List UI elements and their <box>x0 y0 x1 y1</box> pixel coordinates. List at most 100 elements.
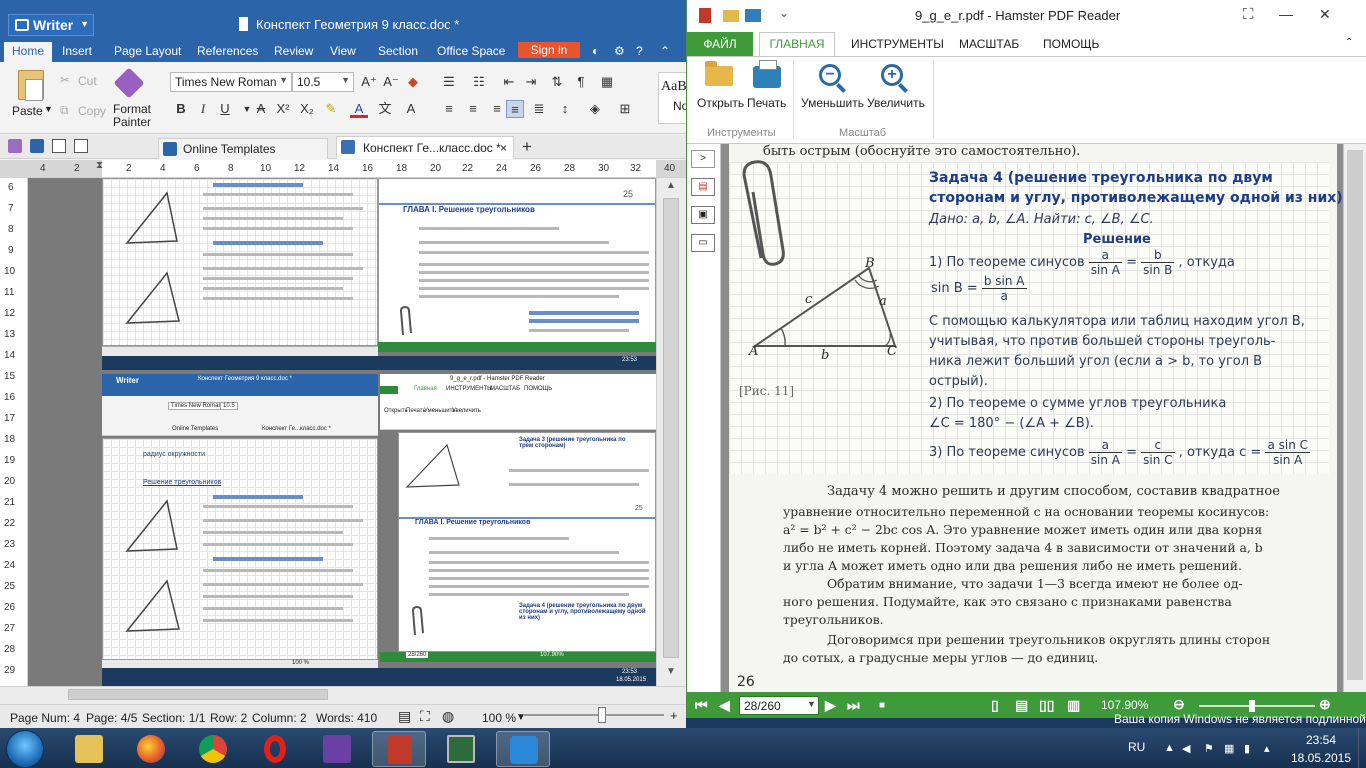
underline-icon[interactable]: U <box>216 100 234 118</box>
power-icon[interactable]: ▮ <box>1244 742 1254 755</box>
zoom-in-icon[interactable]: + <box>670 708 678 723</box>
writer-hscroll-thumb[interactable] <box>68 689 328 700</box>
vertical-ruler[interactable]: 6 7 8 9 10 11 12 13 14 15 16 17 18 19 20… <box>0 178 28 686</box>
grow-font-icon[interactable]: A⁺ <box>360 73 378 91</box>
speaker-icon[interactable]: ◀ <box>1182 742 1192 755</box>
document-canvas[interactable]: 25 ГЛАВА I. Решение треугольников 23:53 <box>28 178 656 686</box>
menu-references[interactable]: References <box>197 44 258 58</box>
taskbar-explorer[interactable] <box>62 731 116 767</box>
indent-icon[interactable]: ⇥ <box>522 73 540 91</box>
format-painter-label-2[interactable]: Painter <box>113 115 151 129</box>
font-size-combo[interactable]: 10.5 ▼ <box>292 72 354 92</box>
pdf-scroll-thumb[interactable] <box>1347 150 1363 680</box>
taskbar-opera[interactable] <box>248 731 302 767</box>
quick-print-icon[interactable] <box>745 9 761 22</box>
expand-panel-icon[interactable]: > <box>691 150 715 168</box>
next-page-icon[interactable]: ▶ <box>825 697 836 714</box>
cut-icon[interactable]: ✂ <box>60 73 70 87</box>
zoom-slider[interactable] <box>524 714 664 716</box>
close-tab-icon[interactable]: × <box>500 141 507 155</box>
menu-insert[interactable]: Insert <box>62 44 92 58</box>
copy-icon[interactable]: ⧉ <box>60 103 69 118</box>
zoom-decrease-icon[interactable]: ⊖ <box>1173 696 1185 713</box>
taskbar-chrome[interactable] <box>186 731 240 767</box>
collapse-ribbon-icon[interactable]: ⌃ <box>1345 37 1353 48</box>
tray-date[interactable]: 18.05.2015 <box>1286 751 1356 765</box>
writer-scroll-thumb[interactable] <box>663 198 679 658</box>
warning-icon[interactable]: ▴ <box>1264 742 1274 755</box>
clear-format-icon[interactable]: ◆ <box>404 73 422 91</box>
menu-office-space[interactable]: Office Space <box>437 44 505 58</box>
new-tab-icon[interactable]: + <box>522 137 532 157</box>
highlight-icon[interactable]: ✎ <box>322 100 340 118</box>
print-preview-icon[interactable] <box>74 139 88 153</box>
show-marks-icon[interactable]: ¶ <box>572 73 590 91</box>
print-icon[interactable] <box>52 139 66 153</box>
bold-icon[interactable]: B <box>172 100 190 118</box>
pdf-page[interactable]: быть острым (обоснуйте это самостоятельн… <box>729 144 1343 694</box>
tab-help[interactable]: ПОМОЩЬ <box>1043 37 1099 51</box>
menu-view[interactable]: View <box>330 44 356 58</box>
full-screen-icon[interactable]: ⛶ <box>420 708 430 725</box>
minimize-icon[interactable]: — <box>1279 6 1293 22</box>
tab-file[interactable]: ФАЙЛ <box>687 32 753 56</box>
continuous-view-icon[interactable]: ▤ <box>1015 697 1028 714</box>
styles-gallery[interactable]: AaB No <box>658 72 688 124</box>
font-color-icon[interactable]: A <box>350 100 368 118</box>
shrink-font-icon[interactable]: A⁻ <box>382 73 400 91</box>
menu-review[interactable]: Review <box>274 44 313 58</box>
pdf-app-icon[interactable] <box>699 8 711 23</box>
format-painter-icon[interactable] <box>113 67 145 99</box>
taskbar-writer[interactable] <box>496 731 550 767</box>
tray-clock[interactable]: 23:54 <box>1294 733 1348 747</box>
start-button[interactable] <box>6 730 44 768</box>
tray-language[interactable]: RU <box>1128 740 1145 754</box>
align-center-icon[interactable]: ≡ <box>464 100 482 118</box>
zoom-in-icon[interactable]: + <box>881 64 903 86</box>
help-icon[interactable]: ? <box>636 44 643 58</box>
tab-home[interactable]: ГЛАВНАЯ <box>759 32 835 57</box>
collapse-ribbon-icon[interactable]: ⌃ <box>660 44 670 58</box>
customize-quick-access-icon[interactable]: ⌄ <box>779 6 789 20</box>
tab-document[interactable]: Конспект Ге...класс.doc * × <box>336 136 514 159</box>
two-page-continuous-icon[interactable]: ▥ <box>1067 697 1080 714</box>
horizontal-ruler[interactable]: 4 2 ⧗ 2 4 6 8 10 12 14 16 18 20 22 24 26… <box>0 160 686 178</box>
indent-marker-icon[interactable]: ⧗ <box>96 160 103 171</box>
first-page-icon[interactable]: ⏮ <box>695 697 708 714</box>
justify-icon[interactable]: ≡ <box>506 100 524 118</box>
writer-app-menu-button[interactable]: Writer ▼ <box>8 14 94 36</box>
status-words[interactable]: Words: 410 <box>316 711 377 725</box>
folder-open-icon[interactable] <box>705 61 733 86</box>
network-icon[interactable]: ▦ <box>1224 742 1234 755</box>
borders-icon[interactable]: ▦ <box>598 73 616 91</box>
zoom-increase-icon[interactable]: ⊕ <box>1319 696 1331 713</box>
tab-tools[interactable]: ИНСТРУМЕНТЫ <box>851 37 944 51</box>
bullets-icon[interactable]: ☰ <box>440 73 458 91</box>
taskbar-task-manager[interactable] <box>434 731 488 767</box>
save-icon[interactable] <box>30 139 44 153</box>
font-name-combo[interactable]: Times New Roman ▼ <box>170 72 292 92</box>
open-button[interactable]: Открыть <box>697 96 744 110</box>
zoom-out-icon[interactable]: − <box>819 64 841 86</box>
zoom-in-button[interactable]: Увеличить <box>867 96 925 110</box>
copy-button[interactable]: Copy <box>78 104 106 118</box>
zoom-slider-thumb[interactable] <box>598 707 606 723</box>
thumbnails-icon[interactable]: ▣ <box>691 206 715 224</box>
app-menu-icon[interactable] <box>8 139 22 153</box>
close-window-icon[interactable]: ✕ <box>1319 6 1331 23</box>
settings-icon[interactable]: ⚙ <box>614 44 625 58</box>
prev-page-icon[interactable]: ◀ <box>719 697 730 714</box>
paste-button-label[interactable]: Paste <box>12 104 43 118</box>
last-page-icon[interactable]: ⏭ <box>847 697 860 714</box>
skin-icon[interactable]: ◐ <box>592 44 599 58</box>
cut-button[interactable]: Cut <box>78 74 97 88</box>
sort-icon[interactable]: ⇅ <box>548 73 566 91</box>
flag-icon[interactable]: ⚑ <box>1204 742 1214 755</box>
page-dropdown-icon[interactable]: ▼ <box>807 699 816 709</box>
subscript-icon[interactable]: X₂ <box>298 100 316 118</box>
scroll-up-icon[interactable]: ▲ <box>666 180 676 191</box>
menu-home[interactable]: Home <box>4 42 53 62</box>
outdent-icon[interactable]: ⇤ <box>500 73 518 91</box>
two-page-view-icon[interactable]: ▯▯ <box>1039 697 1054 714</box>
tray-expand-icon[interactable]: ▲ <box>1164 742 1175 754</box>
